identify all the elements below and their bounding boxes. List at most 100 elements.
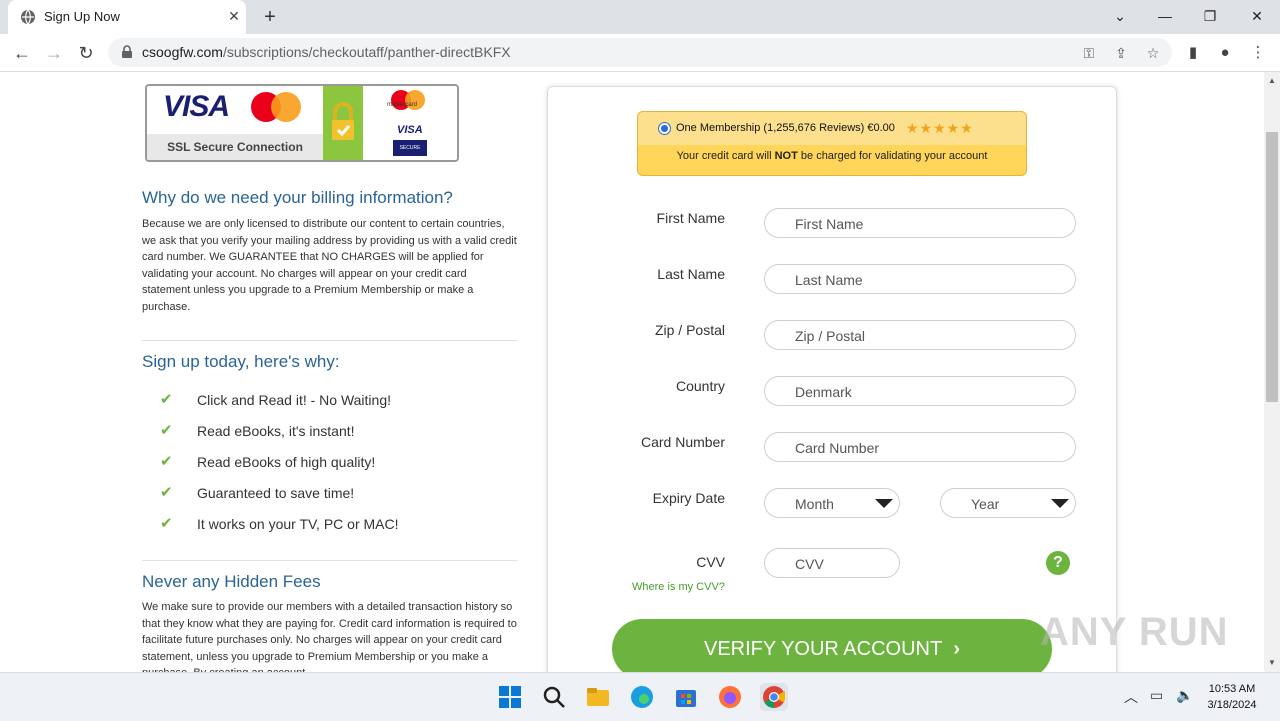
check-icon: ✔	[160, 391, 173, 408]
system-clock[interactable]: 10:53 AM 3/18/2024	[1200, 681, 1264, 713]
month-value: Month	[795, 496, 834, 512]
last-name-input[interactable]: Last Name	[764, 264, 1076, 294]
help-icon[interactable]: ?	[1046, 551, 1070, 575]
card-number-label: Card Number	[640, 434, 725, 450]
visa-small-logo: VISA	[397, 124, 423, 136]
reason-text: Click and Read it! - No Waiting!	[197, 392, 391, 408]
caret-down-icon	[875, 499, 893, 508]
side-panel-icon[interactable]: ▮	[1181, 41, 1205, 65]
tray-chevron-up-icon[interactable]: ︿	[1124, 687, 1138, 707]
file-explorer-icon[interactable]	[584, 683, 612, 711]
globe-icon	[21, 9, 35, 25]
ssl-label: SSL Secure Connection	[147, 134, 323, 160]
offer-note-emphasis: NOT	[774, 150, 798, 162]
check-icon: ✔	[160, 422, 173, 439]
profile-icon[interactable]: ●	[1213, 41, 1237, 65]
fees-text: We make sure to provide our members with…	[142, 601, 517, 672]
expiry-label: Expiry Date	[652, 490, 725, 506]
signup-form-card: One Membership (1,255,676 Reviews) €0.00…	[547, 86, 1117, 672]
rating-stars-icon: ★★★★★	[906, 120, 974, 136]
url-domain: csoogfw.com	[142, 44, 223, 60]
zip-input[interactable]: Zip / Postal	[764, 320, 1076, 350]
taskbar: ︿ ▭ 🔈 10:53 AM 3/18/2024	[0, 672, 1280, 721]
year-select[interactable]: Year	[940, 488, 1076, 518]
network-icon[interactable]: ▭	[1150, 687, 1163, 704]
last-name-label: Last Name	[657, 266, 725, 282]
cvv-input[interactable]: CVV	[764, 548, 900, 578]
page-viewport: VISA SSL Secure Connection mastercard VI…	[0, 72, 1264, 672]
close-window-icon[interactable]: ✕	[1237, 4, 1277, 28]
divider	[142, 340, 517, 341]
membership-offer[interactable]: One Membership (1,255,676 Reviews) €0.00…	[637, 111, 1027, 176]
padlock-svg	[332, 102, 354, 140]
divider	[142, 560, 517, 561]
visa-secure-label: SECURE	[393, 140, 427, 156]
close-tab-icon[interactable]: ✕	[224, 6, 244, 26]
address-bar[interactable]: csoogfw.com/subscriptions/checkoutaff/pa…	[108, 38, 1172, 67]
fees-heading: Never any Hidden Fees	[142, 572, 321, 591]
scrollbar-thumb[interactable]	[1266, 132, 1278, 402]
scroll-up-icon[interactable]: ▲	[1267, 76, 1277, 86]
share-icon[interactable]: ⇪	[1110, 42, 1132, 64]
lock-icon	[122, 45, 132, 58]
store-icon[interactable]	[672, 683, 700, 711]
mastercard-small-label: mastercard	[387, 102, 418, 108]
key-icon[interactable]: ⚿	[1078, 42, 1100, 64]
tab-search-icon[interactable]: ⌄	[1100, 4, 1140, 28]
year-value: Year	[971, 496, 1000, 512]
first-name-input[interactable]: First Name	[764, 208, 1076, 238]
minimize-icon[interactable]: —	[1145, 4, 1185, 28]
billing-heading: Why do we need your billing information?	[142, 188, 453, 207]
signup-heading: Sign up today, here's why:	[142, 352, 340, 371]
offer-note: Your credit card will NOT be charged for…	[638, 150, 1026, 162]
where-is-cvv-link[interactable]: Where is my CVV?	[632, 581, 725, 593]
verify-label: VERIFY YOUR ACCOUNT	[704, 638, 943, 660]
restore-icon[interactable]: ❐	[1190, 4, 1230, 28]
reason-text: Read eBooks, it's instant!	[197, 423, 355, 439]
back-icon[interactable]: ←	[9, 40, 35, 66]
check-icon: ✔	[160, 515, 173, 532]
edge-icon[interactable]	[628, 683, 656, 711]
mastercard-logo-overlap	[271, 92, 301, 122]
forward-icon[interactable]: →	[41, 40, 67, 66]
clock-date: 3/18/2024	[1207, 699, 1257, 711]
search-icon[interactable]	[540, 683, 568, 711]
clock-time: 10:53 AM	[1208, 683, 1256, 695]
menu-dots-icon[interactable]: ⋮	[1246, 41, 1270, 65]
first-name-label: First Name	[656, 210, 725, 226]
reason-text: It works on your TV, PC or MAC!	[197, 516, 399, 532]
scroll-down-icon[interactable]: ▼	[1267, 658, 1277, 668]
card-number-input[interactable]: Card Number	[764, 432, 1076, 462]
badge-small-cards: mastercard VISA SECURE	[363, 86, 457, 160]
chevron-right-icon: ›	[953, 638, 960, 660]
page-scrollbar[interactable]: ▲ ▼	[1264, 72, 1280, 672]
tab-title: Sign Up Now	[44, 9, 120, 24]
chrome-icon[interactable]	[760, 683, 788, 711]
tab-sign-up[interactable]: Sign Up Now ✕	[8, 0, 246, 34]
zip-label: Zip / Postal	[654, 322, 725, 338]
cvv-label: CVV	[696, 554, 725, 570]
padlock-icon	[323, 86, 363, 160]
offer-note-end: be charged for validating your account	[797, 150, 988, 162]
billing-text: Because we are only licensed to distribu…	[142, 218, 517, 313]
month-select[interactable]: Month	[764, 488, 900, 518]
check-icon: ✔	[160, 484, 173, 501]
windows-start-icon[interactable]	[496, 683, 524, 711]
firefox-icon[interactable]	[716, 683, 744, 711]
country-input[interactable]: Denmark	[764, 376, 1076, 406]
reason-text: Read eBooks of high quality!	[197, 454, 376, 470]
tab-strip: Sign Up Now ✕ + ⌄ — ❐ ✕	[0, 0, 1280, 34]
membership-radio[interactable]	[658, 122, 671, 135]
country-label: Country	[675, 378, 725, 394]
new-tab-icon[interactable]: +	[258, 5, 282, 29]
badge-cards: VISA SSL Secure Connection	[147, 86, 323, 160]
check-icon: ✔	[160, 453, 173, 470]
verify-account-button[interactable]: VERIFY YOUR ACCOUNT ›	[612, 619, 1052, 672]
browser-toolbar: ← → ↻ csoogfw.com/subscriptions/checkout…	[0, 34, 1280, 72]
reason-text: Guaranteed to save time!	[197, 485, 355, 501]
volume-icon[interactable]: 🔈	[1176, 687, 1193, 704]
reload-icon[interactable]: ↻	[73, 40, 99, 66]
offer-note-start: Your credit card will	[676, 150, 775, 162]
bookmark-star-icon[interactable]: ☆	[1142, 42, 1164, 64]
anyrun-watermark: ANY RUN	[1040, 610, 1229, 654]
